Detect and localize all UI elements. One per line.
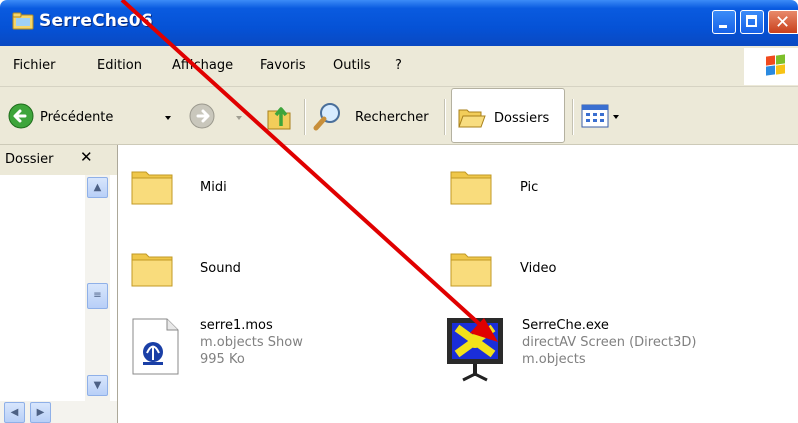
folder-pane-title: Dossier bbox=[5, 152, 54, 167]
folder-label-video[interactable]: Video bbox=[520, 261, 556, 276]
windows-logo-icon bbox=[744, 48, 798, 85]
views-dropdown-icon[interactable] bbox=[613, 115, 619, 119]
mos-file-icon[interactable] bbox=[129, 318, 181, 376]
window-title: SerreChe06 bbox=[39, 11, 153, 31]
close-button[interactable]: ✕ bbox=[768, 10, 798, 34]
file-name-mos[interactable]: serre1.mos bbox=[200, 318, 273, 333]
title-bar[interactable]: SerreChe06 ✕ bbox=[0, 0, 798, 46]
toolbar: Précédente Rechercher bbox=[0, 87, 798, 145]
folder-icon bbox=[12, 12, 34, 30]
scroll-right-icon[interactable]: ▶ bbox=[30, 402, 51, 423]
menu-bar: Fichier Edition Affichage Favoris Outils… bbox=[0, 46, 798, 87]
file-company-exe: m.objects bbox=[522, 352, 586, 367]
forward-dropdown-icon[interactable] bbox=[236, 116, 242, 120]
folders-button-label: Dossiers bbox=[494, 111, 550, 126]
search-button-label[interactable]: Rechercher bbox=[355, 110, 429, 125]
folder-icon[interactable] bbox=[130, 248, 174, 288]
folder-pane: Dossier ✕ ▲ ≡ ▼ ◀ ▶ bbox=[0, 145, 118, 423]
up-folder-icon[interactable] bbox=[265, 101, 293, 131]
maximize-button[interactable] bbox=[740, 10, 764, 34]
close-icon: ✕ bbox=[775, 12, 791, 33]
horizontal-scrollbar[interactable]: ◀ ▶ bbox=[0, 401, 117, 423]
back-button-label[interactable]: Précédente bbox=[40, 110, 113, 125]
folder-icon[interactable] bbox=[130, 166, 174, 206]
menu-help[interactable]: ? bbox=[395, 58, 402, 73]
scroll-left-icon[interactable]: ◀ bbox=[4, 402, 25, 423]
forward-arrow-icon[interactable] bbox=[189, 103, 215, 129]
file-size-mos: 995 Ko bbox=[200, 352, 245, 367]
views-icon[interactable] bbox=[581, 104, 609, 128]
menu-outils[interactable]: Outils bbox=[333, 58, 371, 73]
back-dropdown-icon[interactable] bbox=[165, 116, 171, 120]
file-type-exe: directAV Screen (Direct3D) bbox=[522, 335, 697, 350]
menu-edition[interactable]: Edition bbox=[97, 58, 142, 73]
scroll-down-icon[interactable]: ▼ bbox=[87, 375, 108, 396]
menu-affichage[interactable]: Affichage bbox=[172, 58, 233, 73]
search-icon[interactable] bbox=[313, 101, 343, 131]
toolbar-separator bbox=[444, 99, 446, 135]
folder-icon[interactable] bbox=[449, 248, 493, 288]
file-name-exe[interactable]: SerreChe.exe bbox=[522, 318, 609, 333]
folder-pane-close-icon[interactable]: ✕ bbox=[80, 148, 93, 166]
toolbar-separator bbox=[304, 99, 306, 135]
folder-label-midi[interactable]: Midi bbox=[200, 180, 227, 195]
folders-icon bbox=[458, 109, 486, 128]
toolbar-separator bbox=[572, 99, 574, 135]
folder-icon[interactable] bbox=[449, 166, 493, 206]
folder-label-pic[interactable]: Pic bbox=[520, 180, 538, 195]
minimize-button[interactable] bbox=[712, 10, 736, 34]
scroll-up-icon[interactable]: ▲ bbox=[87, 177, 108, 198]
exe-screen-icon[interactable] bbox=[445, 316, 505, 382]
vertical-scrollbar[interactable]: ▲ ≡ ▼ bbox=[85, 175, 110, 411]
menu-fichier[interactable]: Fichier bbox=[13, 58, 56, 73]
back-arrow-icon[interactable] bbox=[8, 103, 34, 129]
menu-favoris[interactable]: Favoris bbox=[260, 58, 306, 73]
file-type-mos: m.objects Show bbox=[200, 335, 303, 350]
folder-pane-header: Dossier ✕ bbox=[0, 145, 117, 175]
folders-button[interactable]: Dossiers bbox=[451, 88, 565, 143]
folder-label-sound[interactable]: Sound bbox=[200, 261, 241, 276]
scroll-thumb[interactable]: ≡ bbox=[87, 283, 108, 309]
